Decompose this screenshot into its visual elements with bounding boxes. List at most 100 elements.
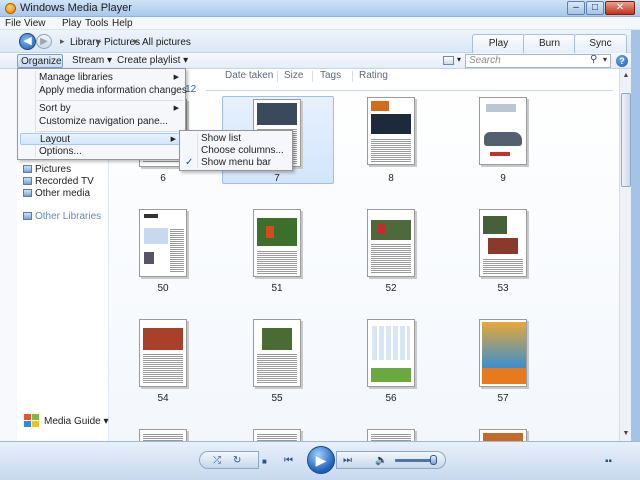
scroll-thumb[interactable]	[621, 93, 631, 187]
thumbnail-52[interactable]	[367, 209, 415, 277]
volume-slider[interactable]	[395, 459, 435, 462]
menu-bar: File View Play Tools Help	[0, 17, 640, 30]
text-columns	[257, 353, 297, 384]
wmp-logo-icon	[5, 3, 16, 14]
thumbnail-55[interactable]	[253, 319, 301, 387]
view-options-icon[interactable]	[443, 56, 454, 65]
column-size[interactable]: Size	[284, 69, 303, 83]
thumbnail-8[interactable]	[367, 97, 415, 165]
menu-item-label: Sort by	[39, 103, 71, 114]
menu-help[interactable]: Help	[112, 17, 133, 30]
menu-item-label: Customize navigation pane...	[39, 116, 168, 127]
forward-button[interactable]: ▶	[36, 34, 52, 49]
column-rating[interactable]: Rating	[359, 69, 388, 83]
thumbnail-51[interactable]	[253, 209, 301, 277]
column-date-taken[interactable]: Date taken	[225, 69, 273, 83]
view-options-dropdown[interactable]: ▾	[457, 55, 461, 64]
thumbnail-row4[interactable]	[367, 429, 415, 441]
recorded-tv-icon	[23, 177, 32, 185]
menu-file[interactable]: File	[5, 17, 21, 30]
thumbnail-row4[interactable]	[479, 429, 527, 441]
nav-other-media-label: Other media	[35, 188, 91, 199]
tab-play[interactable]: Play	[472, 34, 525, 53]
menu-item-options[interactable]: Options...	[18, 146, 185, 158]
nav-recorded-tv[interactable]: Recorded TV	[23, 176, 94, 188]
media-guide-button[interactable]: Media Guide ▾	[44, 416, 109, 427]
breadcrumb-all-pictures[interactable]: All pictures	[142, 37, 191, 48]
player-figure	[266, 226, 274, 238]
photo-block	[371, 114, 411, 134]
menu-item-show-list[interactable]: Show list	[180, 133, 292, 145]
thumbnail-57[interactable]	[479, 319, 527, 387]
nav-other-libraries-label: Other Libraries	[35, 211, 102, 222]
menu-item-label: Apply media information changes	[39, 85, 187, 96]
menu-item-show-menu-bar[interactable]: ✓ Show menu bar	[180, 157, 292, 169]
repeat-icon[interactable]: ↻	[233, 455, 241, 466]
nav-other-media[interactable]: Other media	[23, 188, 90, 200]
column-separator	[352, 71, 353, 82]
maximize-button[interactable]: □	[586, 1, 604, 15]
submenu-arrow-icon: ▶	[170, 136, 176, 143]
submenu-arrow-icon: ▶	[173, 105, 179, 112]
scroll-down-icon[interactable]: ▼	[621, 428, 631, 439]
close-button[interactable]: ✕	[605, 1, 635, 15]
switch-to-now-playing-icon[interactable]: ▪▪	[605, 456, 612, 467]
thumbnail-54[interactable]	[139, 319, 187, 387]
help-icon[interactable]: ?	[616, 55, 628, 67]
windows-logo-icon	[24, 414, 40, 428]
thumbnail-53[interactable]	[479, 209, 527, 277]
text-columns	[371, 138, 411, 162]
menu-item-layout[interactable]: Layout ▶	[20, 133, 183, 145]
thumbnail-56[interactable]	[367, 319, 415, 387]
column-tags[interactable]: Tags	[320, 69, 341, 83]
menu-separator	[37, 100, 183, 101]
toolbar: Organize ▾ Stream ▾ Create playlist ▾ ▾ …	[0, 53, 640, 81]
tab-sync[interactable]: Sync	[574, 34, 627, 53]
scroll-up-icon[interactable]: ▲	[621, 70, 631, 81]
portrait-photo	[144, 252, 154, 264]
table-block	[372, 326, 410, 360]
menu-item-customize-navigation[interactable]: Customize navigation pane...	[18, 116, 185, 128]
text-columns	[143, 433, 183, 441]
nav-pictures[interactable]: Pictures	[23, 164, 71, 176]
search-icon[interactable]: ⚲	[590, 54, 597, 65]
thumbnail-caption: 53	[497, 283, 509, 294]
other-media-icon	[23, 189, 32, 197]
menu-view[interactable]: View	[24, 17, 46, 30]
minimize-button[interactable]: –	[567, 1, 585, 15]
menu-item-apply-media-info[interactable]: Apply media information changes	[18, 85, 187, 97]
menu-item-label: Choose columns...	[201, 145, 284, 156]
menu-item-sort-by[interactable]: Sort by ▶	[18, 103, 185, 115]
banner-block	[482, 368, 526, 384]
menu-item-choose-columns[interactable]: Choose columns...	[180, 145, 292, 157]
thumbnail-9[interactable]	[479, 97, 527, 165]
breadcrumb-library[interactable]: Library	[70, 37, 101, 48]
menu-tools[interactable]: Tools	[85, 17, 108, 30]
back-button[interactable]: ◀	[19, 33, 36, 50]
vertical-scrollbar[interactable]: ▲ ▼	[619, 69, 631, 441]
shuffle-icon[interactable]: ⤮	[213, 455, 221, 466]
play-button[interactable]: ▶	[307, 446, 335, 474]
nav-other-libraries[interactable]: Other Libraries	[23, 211, 101, 223]
menu-play[interactable]: Play	[62, 17, 81, 30]
create-playlist-button[interactable]: Create playlist ▾	[117, 54, 188, 68]
breadcrumb-separator: ▸	[60, 36, 65, 46]
tab-burn[interactable]: Burn	[523, 34, 576, 53]
next-icon[interactable]: ⏭	[343, 455, 352, 466]
window-title: Windows Media Player	[20, 2, 132, 14]
thumbnail-50[interactable]	[139, 209, 187, 277]
headline-block	[486, 104, 516, 112]
volume-slider-handle[interactable]	[430, 455, 437, 465]
thumbnail-caption: 9	[500, 173, 506, 184]
menu-item-manage-libraries[interactable]: Manage libraries ▶	[18, 72, 185, 84]
previous-icon[interactable]: ⏮	[284, 455, 293, 466]
volume-icon[interactable]: 🔈	[375, 455, 387, 466]
thumbnail-row4[interactable]	[253, 429, 301, 441]
controls-left-pod	[199, 451, 259, 469]
search-dropdown-icon[interactable]: ▾	[603, 55, 607, 64]
thumbnail-row4[interactable]	[139, 429, 187, 441]
menu-separator	[37, 131, 183, 132]
organize-button[interactable]: Organize ▾	[17, 54, 63, 81]
stream-button[interactable]: Stream ▾	[72, 54, 112, 68]
stop-icon[interactable]: ■	[262, 457, 267, 466]
